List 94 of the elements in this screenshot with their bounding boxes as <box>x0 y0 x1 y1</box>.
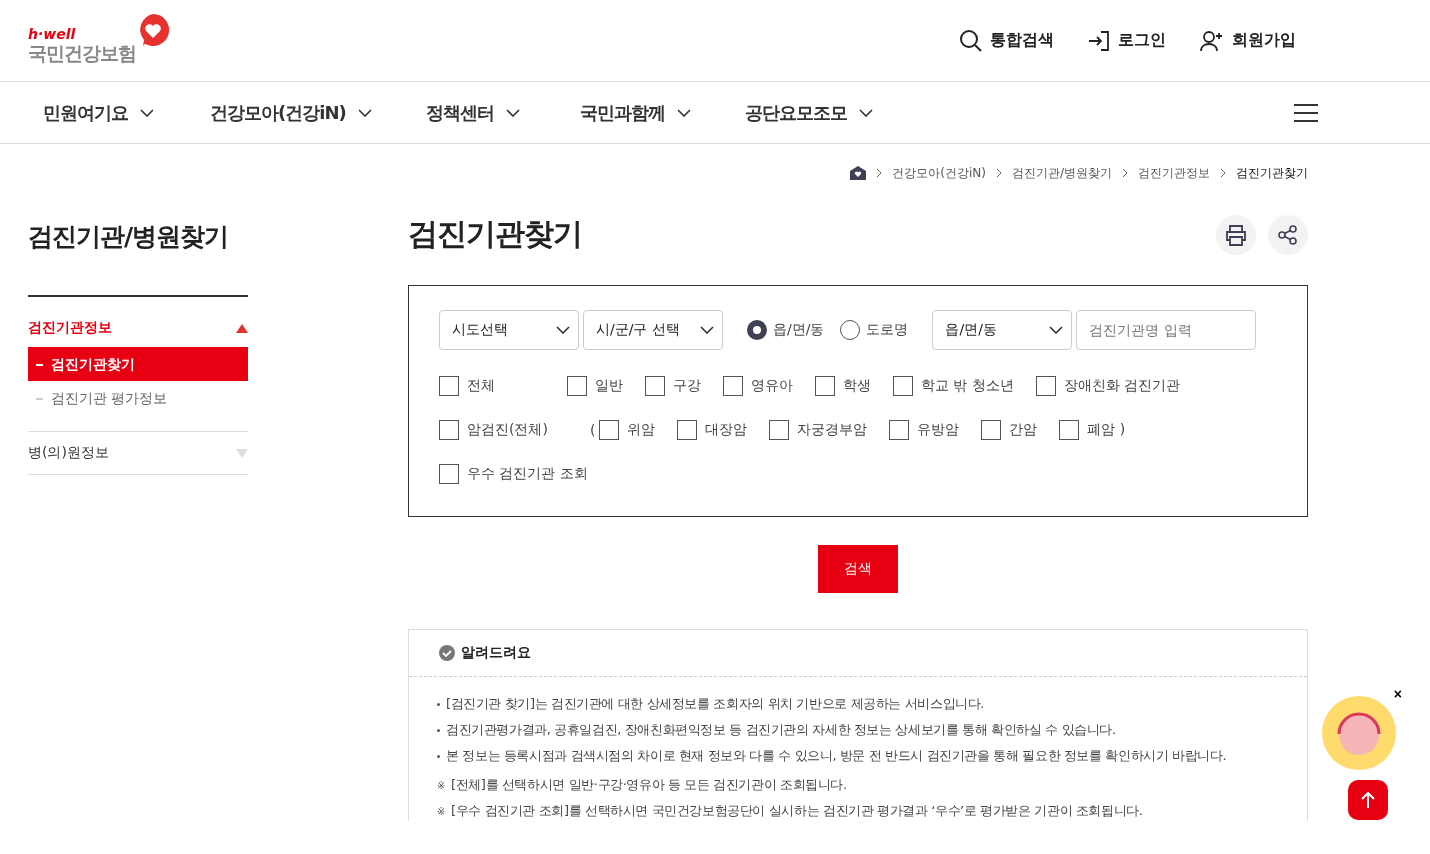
notice-text: 본 정보는 등록시점과 검색시점의 차이로 현재 정보와 다를 수 있으니, 방문 전 반드시 검진기관을 통해 필요한 정보를 확인하시기 바랍니다. <box>446 747 1227 765</box>
sidebar-group[interactable]: 검진기관정보 <box>28 297 248 347</box>
checkbox[interactable] <box>723 376 743 396</box>
check-circle-icon <box>439 645 455 661</box>
breadcrumb-link[interactable]: 검진기관정보 <box>1138 164 1210 182</box>
breadcrumb-link[interactable]: 검진기관/병원찾기 <box>1011 164 1112 182</box>
section-title: 검진기관/병원찾기 <box>28 221 230 253</box>
dropdown-select[interactable]: 읍/면/동 <box>932 310 1073 350</box>
menu-icon[interactable] <box>1294 103 1318 122</box>
notice-text: [검진기관 찾기]는 검진기관에 대한 상세정보를 조회자의 위치 기반으로 제공하는 서비스입니다. <box>446 695 985 713</box>
nav-menu-item[interactable]: 민원여기요 <box>43 100 154 125</box>
notice-text: [전체]를 선택하시면 일반·구강·영유아 등 모든 검진기관이 조회됩니다. <box>451 776 847 794</box>
note-mark: ※ <box>437 779 445 791</box>
checkbox[interactable] <box>889 420 910 440</box>
checkbox-option[interactable]: 암검진(전체) <box>439 420 548 440</box>
chevron-down-icon <box>700 326 714 334</box>
chevron-down-icon <box>140 108 154 117</box>
notice-text: 검진기관평가결과, 공휴일검진, 장애친화편익정보 등 검진기관의 자세한 정보는 상세보기를 통해 확인하실 수 있습니다. <box>446 721 1116 739</box>
checkbox[interactable] <box>1035 376 1056 396</box>
dropdown-select[interactable]: 시도선택 <box>439 310 579 350</box>
chevron-down-icon <box>858 108 873 117</box>
chevron-down-icon <box>556 326 570 334</box>
checkbox[interactable] <box>567 376 587 396</box>
checkbox-option[interactable]: 영유아 <box>723 376 793 396</box>
radio-button[interactable] <box>840 320 861 340</box>
sidebar-item[interactable]: 검진기관 평가정보 <box>28 381 248 415</box>
checkbox[interactable] <box>439 420 459 440</box>
chatbot-icon[interactable] <box>1322 696 1396 770</box>
note-mark: ※ <box>437 805 445 817</box>
nav-menu-item[interactable]: 국민과함께 <box>579 100 691 125</box>
close-button[interactable]: × <box>1393 686 1402 702</box>
notice-title: 알려드려요 <box>461 644 531 662</box>
search-button[interactable]: 검색 <box>818 545 898 593</box>
print-button[interactable] <box>1216 214 1256 255</box>
radio-option[interactable]: 도로명 <box>840 320 909 340</box>
arrow-up-icon <box>1361 791 1375 809</box>
radio-option[interactable]: 읍/면/동 <box>747 320 825 340</box>
search-icon <box>960 29 982 52</box>
parenthesis: ( <box>589 422 596 438</box>
nav-menu-item[interactable]: 정책센터 <box>425 100 520 125</box>
checkbox-option[interactable]: 폐암 ) <box>1059 420 1126 440</box>
notice-text: [우수 검진기관 조회]를 선택하시면 국민건강보험공단이 실시하는 검진기관 평가결과 ‘우수’로 평가받은 기관이 조회됩니다. <box>451 802 1143 820</box>
chevron-down-icon <box>1049 326 1064 334</box>
home-icon[interactable] <box>850 166 867 180</box>
sidebar-group[interactable]: 병(의)원정보 <box>28 432 248 474</box>
checkbox-option[interactable]: 일반 <box>567 376 623 396</box>
checkbox-option[interactable]: 우수 검진기관 조회 <box>439 464 588 484</box>
checkbox[interactable] <box>439 464 459 484</box>
share-button[interactable] <box>1268 214 1308 255</box>
checkbox[interactable] <box>815 376 835 396</box>
scroll-top-button[interactable] <box>1348 780 1388 820</box>
breadcrumb-link[interactable]: 건강모아(건강iN) <box>892 164 986 182</box>
dropdown-select[interactable]: 시/군/구 선택 <box>583 310 723 350</box>
chevron-right-icon <box>1122 168 1128 178</box>
chevron-down-icon <box>505 108 520 117</box>
checkbox-option[interactable]: 전체 <box>439 376 495 396</box>
nav-menu-item[interactable]: 건강모아(건강iN) <box>210 100 372 125</box>
chevron-down-icon <box>676 108 691 117</box>
checkbox-option[interactable]: 학생 <box>815 376 871 396</box>
checkbox[interactable] <box>677 420 698 440</box>
checkbox-option[interactable]: 자궁경부암 <box>769 420 868 440</box>
checkbox[interactable] <box>439 376 459 396</box>
checkbox-option[interactable]: 위암 <box>599 420 656 440</box>
checkbox[interactable] <box>599 420 620 440</box>
login-icon <box>1088 29 1110 52</box>
printer-icon <box>1225 223 1247 246</box>
checkbox[interactable] <box>769 420 790 440</box>
chevron-right-icon <box>876 168 883 178</box>
radio-button[interactable] <box>747 320 767 340</box>
logo-tagline: h·well <box>28 26 77 41</box>
chevron-down-icon <box>357 108 372 117</box>
header-link[interactable]: 로그인 <box>1088 29 1166 52</box>
checkbox-option[interactable]: 구강 <box>645 376 701 396</box>
sidebar-item[interactable]: 검진기관찾기 <box>28 347 248 381</box>
checkbox[interactable] <box>645 376 665 396</box>
add-user-icon <box>1200 29 1224 52</box>
header-link[interactable]: 통합검색 <box>960 29 1054 52</box>
checkbox-option[interactable]: 간암 <box>981 420 1038 440</box>
header-link[interactable]: 회원가입 <box>1200 29 1296 52</box>
checkbox[interactable] <box>893 376 913 396</box>
search-field[interactable]: 검진기관명 입력 <box>1076 310 1257 350</box>
checkbox-option[interactable]: 유방암 <box>889 420 960 440</box>
chevron-right-icon <box>1220 168 1226 178</box>
share-icon <box>1278 224 1298 245</box>
logo-name: 국민건강보험 <box>28 40 136 66</box>
chevron-right-icon <box>995 168 1002 178</box>
nav-menu-item[interactable]: 공단요모조모 <box>744 100 873 125</box>
checkbox[interactable] <box>1059 420 1080 440</box>
checkbox-option[interactable]: 장애친화 검진기관 <box>1035 376 1181 396</box>
checkbox-option[interactable]: 학교 밖 청소년 <box>893 376 1014 396</box>
checkbox[interactable] <box>981 420 1002 440</box>
breadcrumb-link[interactable]: 검진기관찾기 <box>1236 164 1308 182</box>
checkbox-option[interactable]: 대장암 <box>677 420 748 440</box>
page-title: 검진기관찾기 <box>408 215 582 253</box>
